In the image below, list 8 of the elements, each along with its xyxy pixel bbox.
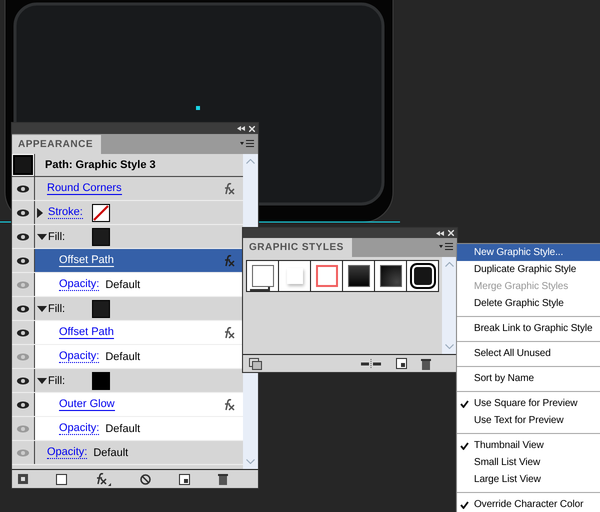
opacity-value: Default: [93, 446, 128, 458]
opacity-value: Default: [105, 350, 140, 362]
opacity-value: Default: [105, 422, 140, 434]
opacity-value: Default: [105, 278, 140, 290]
fill-label: Fill:: [48, 374, 66, 386]
fill-label: Fill:: [48, 302, 66, 314]
fill-label: Fill:: [48, 230, 66, 242]
object-title: Path: Graphic Style 3: [45, 159, 156, 171]
